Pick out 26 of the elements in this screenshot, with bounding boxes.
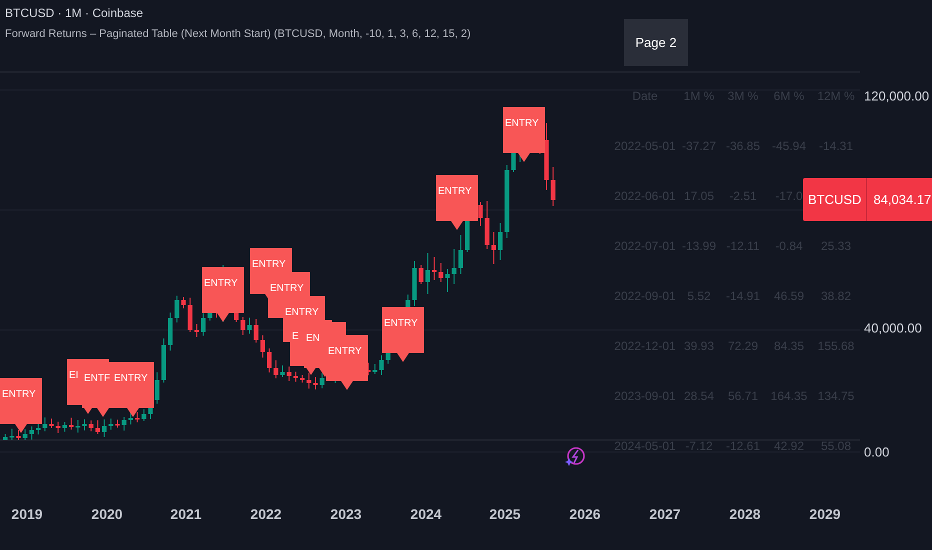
year-tick: 2021 [170,506,202,522]
entry-label: ENTRY [202,267,244,322]
year-tick: 2026 [569,506,601,522]
page-button[interactable]: Page 2 [624,19,688,66]
year-tick: 2023 [330,506,362,522]
year-tick: 2020 [91,506,123,522]
price-tick: 120,000.00 [864,88,930,104]
price-tick: 40,000.00 [864,320,922,336]
year-tick: 2028 [729,506,761,522]
year-tick: 2027 [649,506,681,522]
entry-label: ENTRY [436,175,478,230]
entry-label: ENTRY [112,362,154,417]
symbol-title: BTCUSD · 1M · Coinbase [5,6,144,20]
year-tick: 2029 [809,506,841,522]
entry-label: ENTRY [0,378,42,433]
year-tick: 2022 [250,506,282,522]
entry-label: ENTRY [382,307,424,362]
year-tick: 2024 [410,506,442,522]
entry-label: ENTRY [326,335,368,390]
indicator-title: Forward Returns – Paginated Table (Next Month Start) (BTCUSD, Month, -10, 1, 3, 6, 12, 15, 2) [5,28,471,40]
year-tick: 2025 [489,506,521,522]
price-tick: 0.00 [864,444,890,460]
year-tick: 2019 [11,506,43,522]
lightning-icon[interactable] [565,447,585,466]
entry-label: ENTRY [503,107,545,162]
tag-price: 84,034.17 [872,191,932,209]
